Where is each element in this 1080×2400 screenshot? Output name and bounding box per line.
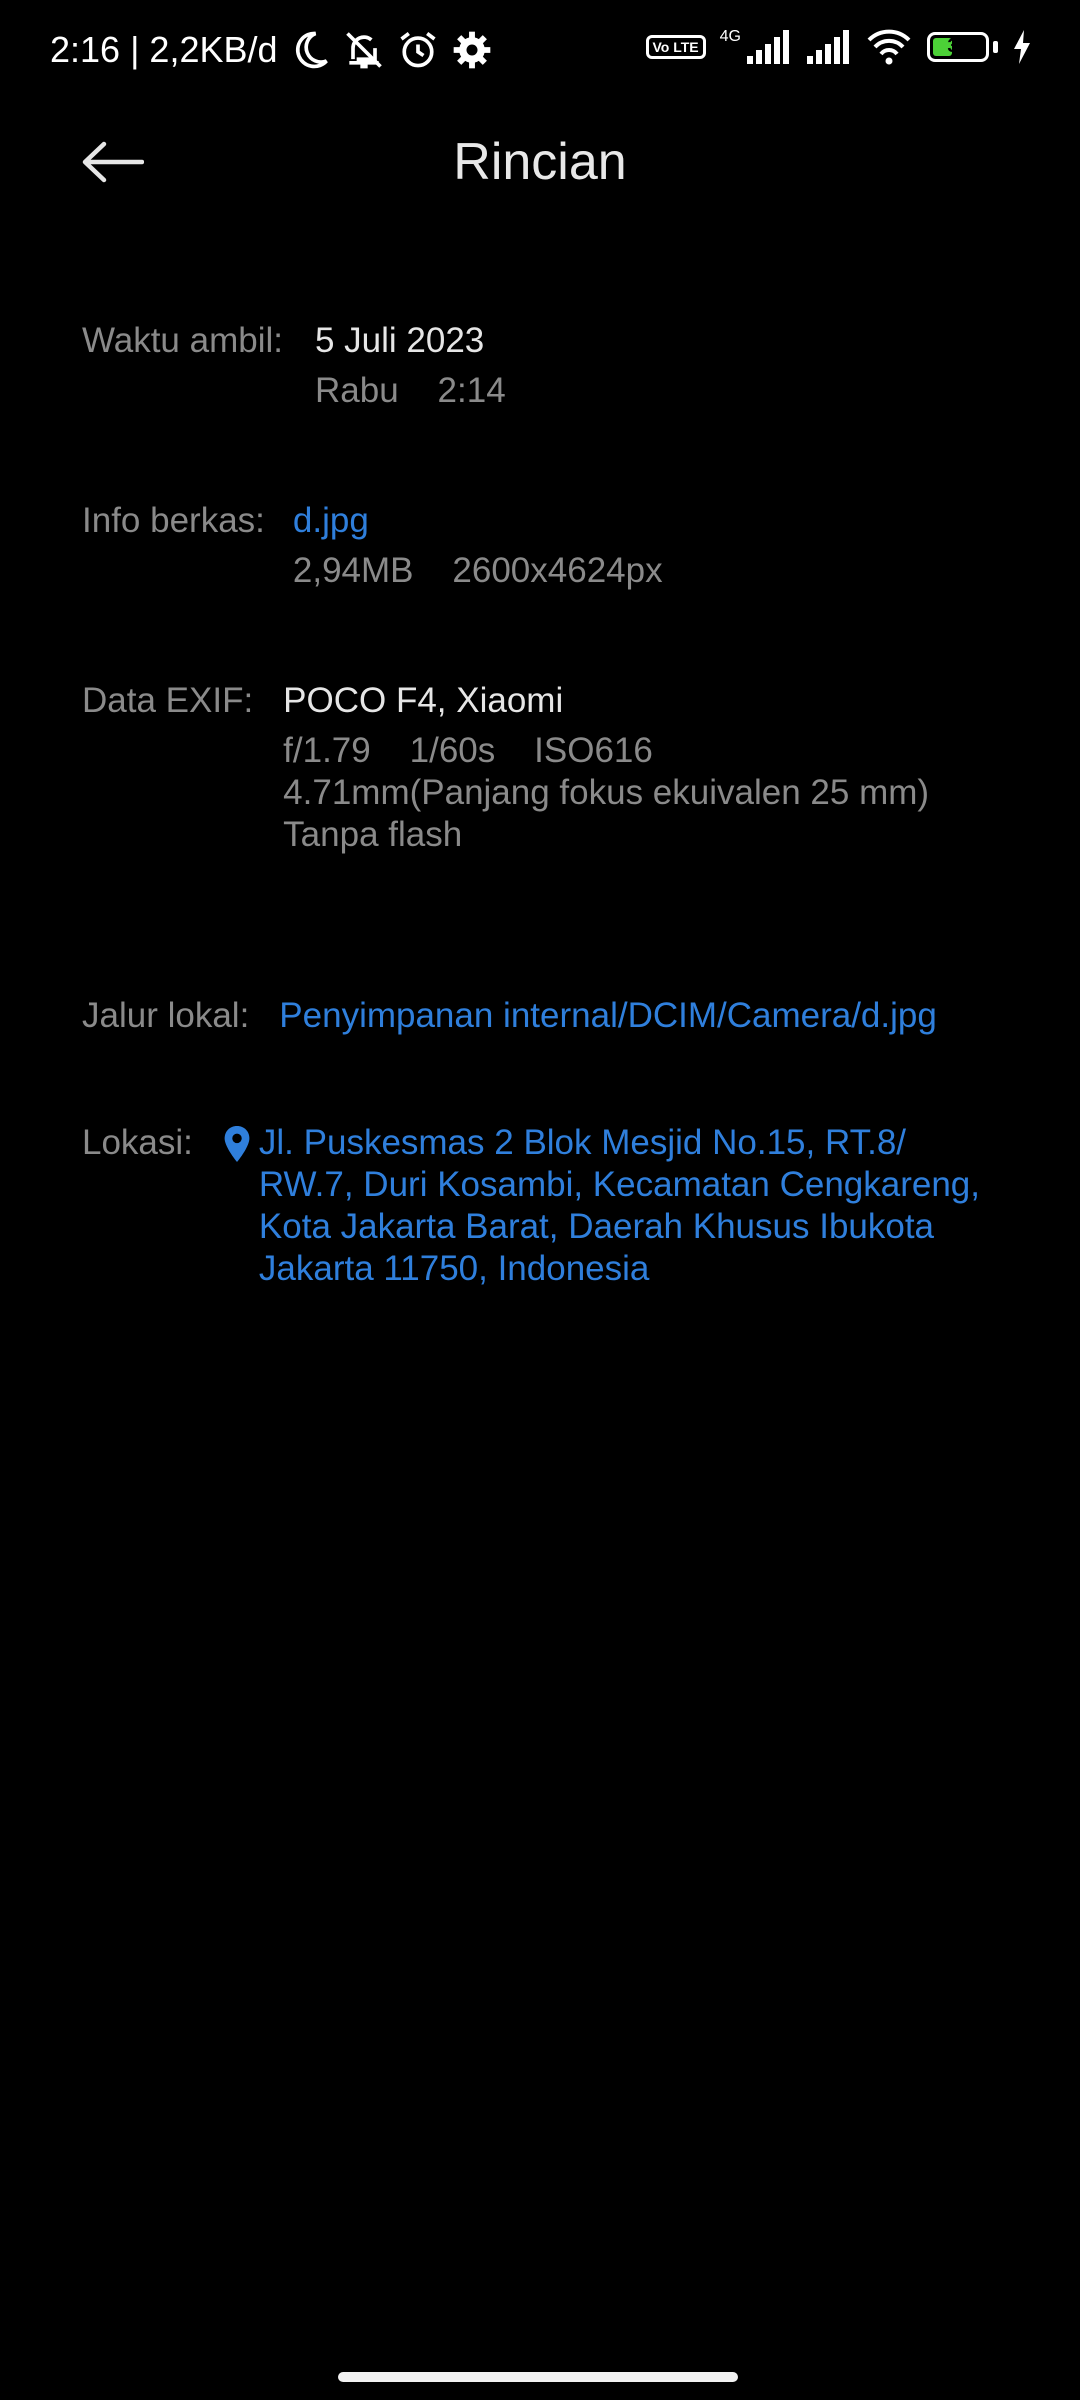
exif-focal-length: 4.71mm(Panjang fokus ekuivalen 25 mm) [283,773,930,812]
battery-cap [993,41,998,53]
file-info-label: Info berkas: [82,501,265,540]
location-line-3: Kota Jakarta Barat, Daerah Khusus Ibukot… [258,1207,935,1246]
location-row: Lokasi: Jl. Puskesmas 2 Blok Mesjid No.1… [82,1122,1040,1290]
local-path-values: Penyimpanan internal/DCIM/Camera/d.jpg [279,995,937,1037]
signal-strength-2-icon [807,30,849,64]
file-name-link[interactable]: d.jpg [293,500,663,542]
app-bar: Rincian [0,104,1080,222]
exif-exposure: f/1.79 1/60s ISO616 [283,731,653,770]
location-link[interactable]: Jl. Puskesmas 2 Blok Mesjid No.15, RT.8/… [223,1122,980,1290]
exif-values: POCO F4, Xiaomi f/1.79 1/60s ISO616 4.71… [283,680,929,856]
alarm-icon [399,32,436,68]
location-address: Jl. Puskesmas 2 Blok Mesjid No.15, RT.8/… [259,1122,980,1290]
home-indicator[interactable] [338,2372,738,2382]
charging-bolt-icon [1014,30,1030,64]
local-path-row: Jalur lokal: Penyimpanan internal/DCIM/C… [82,995,1040,1037]
exif-device: POCO F4, Xiaomi [283,681,564,720]
status-time-speed: 2:16 | 2,2KB/d [50,29,278,70]
file-size-dimensions: 2,94MB 2600x4624px [292,551,663,590]
status-left: 2:16 | 2,2KB/d [50,28,494,72]
status-right: Vo LTE 4G 37 [645,28,1033,66]
file-info-row: Info berkas: d.jpg 2,94MB 2600x4624px [82,500,1040,592]
time-taken-values: 5 Juli 2023 Rabu 2:14 [315,320,506,412]
network-type-label: 4G [719,28,741,45]
location-label: Lokasi: [82,1123,193,1162]
volte-badge: Vo LTE [645,35,706,59]
volte-label: Vo LTE [652,39,699,55]
page-title: Rincian [453,133,627,191]
exif-flash: Tanpa flash [283,815,463,854]
gear-icon [453,31,490,69]
location-line-1: Jl. Puskesmas 2 Blok Mesjid No.15, RT.8/ [258,1123,907,1162]
local-path-link[interactable]: Penyimpanan internal/DCIM/Camera/d.jpg [279,995,937,1037]
signal-strength-icon [747,30,789,64]
local-path-label: Jalur lokal: [82,996,250,1035]
time-taken-date: 5 Juli 2023 [314,321,485,360]
status-bar: 2:16 | 2,2KB/d Vo LTE 4G 37 [0,0,1080,104]
exif-row: Data EXIF: POCO F4, Xiaomi f/1.79 1/60s … [82,680,1040,856]
location-pin-icon [224,1126,250,1162]
exif-label: Data EXIF: [82,681,254,720]
location-line-4: Jakarta 11750, Indonesia [258,1249,650,1288]
bell-off-icon [345,32,382,69]
battery-icon: 37 [927,32,989,62]
time-taken-day-time: Rabu 2:14 [314,371,506,410]
time-taken-label: Waktu ambil: [82,321,283,360]
battery-level-text: 37 [947,36,969,57]
location-values[interactable]: Jl. Puskesmas 2 Blok Mesjid No.15, RT.8/… [223,1122,980,1290]
time-taken-row: Waktu ambil: 5 Juli 2023 Rabu 2:14 [82,320,1040,412]
location-line-2: RW.7, Duri Kosambi, Kecamatan Cengkareng… [258,1165,980,1204]
file-info-values: d.jpg 2,94MB 2600x4624px [293,500,663,592]
moon-icon [295,31,328,69]
wifi-icon [867,29,911,65]
